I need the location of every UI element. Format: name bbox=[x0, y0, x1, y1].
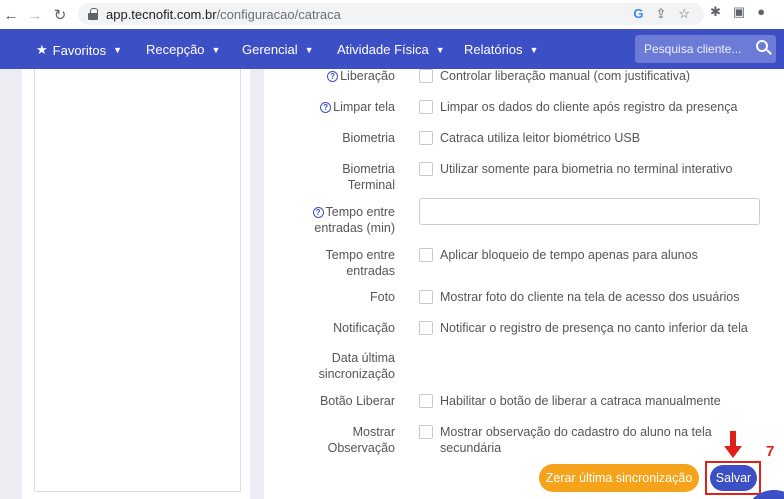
checkbox-liberacao[interactable] bbox=[419, 69, 433, 83]
checkbox-mostrar-observacao-text: Mostrar observação do cadastro do aluno … bbox=[440, 424, 770, 456]
left-list-box bbox=[34, 69, 241, 492]
left-panel bbox=[22, 69, 250, 499]
help-icon[interactable]: ? bbox=[327, 71, 339, 82]
checkbox-foto-text: Mostrar foto do cliente na tela de acess… bbox=[440, 290, 740, 304]
label-line-1: Mostrar bbox=[352, 425, 395, 439]
label-biometria-terminal: Biometria Terminal bbox=[255, 161, 395, 193]
tempo-entre-entradas-input[interactable] bbox=[419, 198, 760, 225]
chevron-down-icon: ▼ bbox=[211, 44, 221, 55]
label-line-2: Observação bbox=[327, 441, 395, 455]
nav-relatorios[interactable]: Relatórios ▼ bbox=[464, 42, 538, 57]
label-liberacao: ? Liberação bbox=[255, 68, 395, 84]
nav-atividade-fisica[interactable]: Atividade Física ▼ bbox=[337, 42, 445, 57]
label-line-2: sincronização bbox=[318, 367, 395, 381]
text-line-1: Mostrar observação do cadastro do aluno … bbox=[440, 425, 712, 439]
label-text: Liberação bbox=[340, 69, 395, 83]
reload-icon[interactable]: ↻ bbox=[49, 4, 71, 26]
checkbox-biometria-text: Catraca utiliza leitor biométrico USB bbox=[440, 131, 641, 145]
label-line-2: entradas (min) bbox=[314, 221, 395, 235]
chevron-down-icon: ▼ bbox=[529, 44, 539, 55]
checkbox-notificacao-text: Notificar o registro de presença no cant… bbox=[440, 321, 748, 335]
bookmark-star-icon[interactable]: ☆ bbox=[678, 6, 690, 22]
extensions-icon[interactable]: ✱ bbox=[710, 4, 721, 20]
lock-icon bbox=[88, 8, 98, 20]
save-highlight-box bbox=[705, 461, 761, 495]
checkbox-botao-liberar-text: Habilitar o botão de liberar a catraca m… bbox=[440, 394, 721, 408]
search-placeholder: Pesquisa cliente... bbox=[644, 42, 742, 56]
label-line-2: Terminal bbox=[347, 178, 395, 192]
nav-gerencial[interactable]: Gerencial ▼ bbox=[242, 42, 314, 57]
label-notificacao: Notificação bbox=[333, 321, 395, 335]
main-navbar: ★ Favoritos ▼ Recepção ▼ Gerencial ▼ Ati… bbox=[0, 29, 784, 69]
address-bar[interactable]: app.tecnofit.com.br/configuracao/catraca… bbox=[78, 3, 704, 25]
url-path: /configuracao/catraca bbox=[216, 6, 341, 22]
checkbox-botao-liberar[interactable] bbox=[419, 394, 433, 408]
nav-relatorios-label: Relatórios bbox=[464, 42, 523, 57]
label-mostrar-observacao: Mostrar Observação bbox=[255, 424, 395, 456]
checkbox-limpar-tela-text: Limpar os dados do cliente após registro… bbox=[440, 100, 738, 114]
label-limpar-tela: ? Limpar tela bbox=[255, 99, 395, 115]
checkbox-limpar-tela[interactable] bbox=[419, 100, 433, 114]
profile-icon[interactable]: ● bbox=[757, 4, 765, 20]
side-panel-icon[interactable]: ▣ bbox=[733, 4, 745, 20]
url-host: app.tecnofit.com.br bbox=[106, 6, 217, 22]
checkbox-biometria[interactable] bbox=[419, 131, 433, 145]
label-line-1: Data última bbox=[331, 351, 395, 365]
chevron-down-icon: ▼ bbox=[304, 44, 314, 55]
text-line-2: secundária bbox=[440, 441, 502, 455]
nav-recepcao-label: Recepção bbox=[146, 42, 205, 57]
step-number: 7 bbox=[766, 443, 775, 460]
search-icon[interactable] bbox=[756, 40, 768, 52]
checkbox-mostrar-observacao[interactable] bbox=[419, 425, 433, 439]
chevron-down-icon: ▼ bbox=[435, 44, 445, 55]
label-line-1: Tempo entre bbox=[325, 248, 395, 262]
label-tempo-entre-entradas-min: ? Tempo entre entradas (min) bbox=[255, 204, 395, 236]
label-line-1: Tempo entre bbox=[325, 205, 395, 219]
label-botao-liberar: Botão Liberar bbox=[319, 394, 395, 408]
reset-sync-button[interactable]: Zerar última sincronização bbox=[539, 464, 699, 492]
nav-atividade-fisica-label: Atividade Física bbox=[337, 42, 429, 57]
forward-icon[interactable]: → bbox=[24, 4, 46, 26]
nav-favoritos[interactable]: ★ Favoritos ▼ bbox=[36, 42, 122, 58]
label-biometria: Biometria bbox=[342, 131, 395, 145]
checkbox-biometria-terminal[interactable] bbox=[419, 162, 433, 176]
back-icon[interactable]: ← bbox=[0, 4, 22, 26]
nav-favoritos-label: Favoritos bbox=[52, 42, 107, 58]
client-search-input[interactable]: Pesquisa cliente... bbox=[635, 35, 776, 63]
help-icon[interactable]: ? bbox=[312, 207, 324, 218]
checkbox-biometria-terminal-text: Utilizar somente para biometria no termi… bbox=[440, 162, 733, 176]
label-foto: Foto bbox=[369, 290, 395, 304]
checkbox-foto[interactable] bbox=[419, 290, 433, 304]
browser-toolbar: ← → ↻ app.tecnofit.com.br/configuracao/c… bbox=[0, 0, 784, 29]
star-icon: ★ bbox=[36, 42, 48, 57]
checkbox-liberacao-text: Controlar liberação manual (com justific… bbox=[440, 69, 691, 83]
nav-gerencial-label: Gerencial bbox=[242, 42, 298, 57]
label-tempo-entre-entradas: Tempo entre entradas bbox=[255, 247, 395, 279]
checkbox-tempo-entre-entradas[interactable] bbox=[419, 248, 433, 262]
label-data-ultima-sincronizacao: Data última sincronização bbox=[255, 350, 395, 382]
checkbox-notificacao[interactable] bbox=[419, 321, 433, 335]
help-icon[interactable]: ? bbox=[320, 102, 332, 113]
nav-recepcao[interactable]: Recepção ▼ bbox=[146, 42, 220, 57]
label-text: Limpar tela bbox=[333, 100, 395, 114]
arrow-down-icon bbox=[724, 431, 742, 461]
share-icon[interactable]: ⇪ bbox=[655, 6, 666, 22]
google-icon[interactable]: G bbox=[633, 6, 643, 22]
label-line-2: entradas bbox=[346, 264, 395, 278]
chevron-down-icon: ▼ bbox=[113, 45, 123, 55]
label-line-1: Biometria bbox=[342, 162, 395, 176]
checkbox-tempo-entre-entradas-text: Aplicar bloqueio de tempo apenas para al… bbox=[440, 248, 698, 262]
